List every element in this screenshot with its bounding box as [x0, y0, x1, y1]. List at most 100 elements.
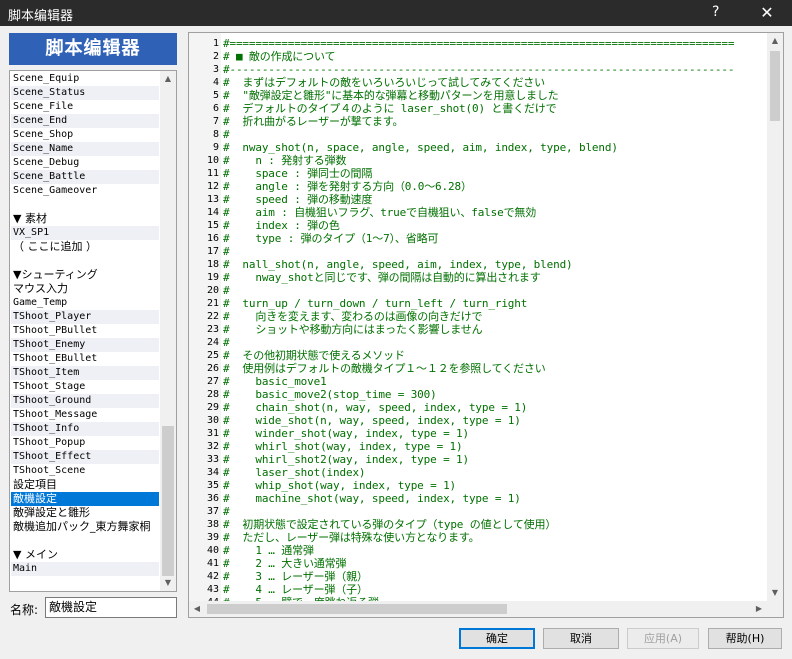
code-line[interactable]: 23 # ショットや移動方向にはまったく影響しません: [189, 323, 767, 336]
name-input[interactable]: 敵機設定: [45, 597, 177, 618]
code-line[interactable]: 8 #: [189, 128, 767, 141]
scrollbar-thumb[interactable]: [207, 604, 507, 614]
line-number: 37: [206, 506, 219, 517]
code-line[interactable]: 4 # まずはデフォルトの敵をいろいろいじって試してみてください: [189, 76, 767, 89]
code-line[interactable]: 22 # 向きを変えます、変わるのは画像の向きだけで: [189, 310, 767, 323]
list-item[interactable]: TShoot_Info: [11, 422, 159, 436]
list-item[interactable]: TShoot_Scene: [11, 464, 159, 478]
list-item[interactable]: TShoot_EBullet: [11, 352, 159, 366]
apply-button[interactable]: 应用(A): [627, 628, 699, 649]
code-line[interactable]: 38 # 初期状態で設定されている弾のタイプ（type の値として使用）: [189, 518, 767, 531]
code-line[interactable]: 37 #: [189, 505, 767, 518]
list-item[interactable]: Scene_Debug: [11, 156, 159, 170]
list-item[interactable]: VX_SP1: [11, 226, 159, 240]
code-line[interactable]: 11 # space : 弾同士の間隔: [189, 167, 767, 180]
code-line[interactable]: 16 # type : 弾のタイプ（1～7）、省略可: [189, 232, 767, 245]
code-line[interactable]: 42 # 3 … レーザー弾（親）: [189, 570, 767, 583]
help-icon[interactable]: ?: [712, 4, 719, 20]
code-line[interactable]: 7 # 折れ曲がるレーザーが撃てます。: [189, 115, 767, 128]
code-editor[interactable]: 1 #======================================…: [188, 32, 784, 618]
help-button[interactable]: 帮助(H): [708, 628, 782, 649]
list-item[interactable]: 設定項目: [11, 478, 159, 492]
list-item[interactable]: Scene_Status: [11, 86, 159, 100]
list-item[interactable]: TShoot_Message: [11, 408, 159, 422]
code-line[interactable]: 21 # turn_up / turn_down / turn_left / tu…: [189, 297, 767, 310]
code-line[interactable]: 2 # ■ 敵の作成について: [189, 50, 767, 63]
code-text: # 4 … レーザー弾（子）: [223, 583, 368, 596]
code-line[interactable]: 12 # angle : 弾を発射する方向（0.0～6.28）: [189, 180, 767, 193]
code-line[interactable]: 6 # デフォルトのタイプ４のように laser_shot(0) と書くだけで: [189, 102, 767, 115]
code-line[interactable]: 26 # 使用例はデフォルトの敵機タイプ１～１２を参照してください: [189, 362, 767, 375]
code-line[interactable]: 31 # winder_shot(way, index, type = 1): [189, 427, 767, 440]
editor-vertical-scrollbar[interactable]: ▲ ▼: [767, 33, 783, 601]
code-line[interactable]: 33 # whirl_shot2(way, index, type = 1): [189, 453, 767, 466]
list-item[interactable]: Scene_File: [11, 100, 159, 114]
list-item[interactable]: （ ここに追加 ）: [11, 240, 159, 254]
list-item[interactable]: マウス入力: [11, 282, 159, 296]
scrollbar-thumb[interactable]: [162, 426, 174, 576]
list-item[interactable]: TShoot_Effect: [11, 450, 159, 464]
code-line[interactable]: 15 # index : 弾の色: [189, 219, 767, 232]
list-item-selected[interactable]: 敵機設定: [11, 492, 159, 506]
code-line[interactable]: 34 # laser_shot(index): [189, 466, 767, 479]
list-item[interactable]: ▼シューティング: [11, 268, 159, 282]
list-item[interactable]: TShoot_Item: [11, 366, 159, 380]
code-line[interactable]: 20 #: [189, 284, 767, 297]
close-icon[interactable]: ✕: [752, 2, 782, 24]
scroll-up-icon[interactable]: ▲: [767, 33, 783, 49]
code-line[interactable]: 43 # 4 … レーザー弾（子）: [189, 583, 767, 596]
script-list-scrollbar[interactable]: ▲ ▼: [160, 71, 176, 591]
code-line[interactable]: 39 # ただし、レーザー弾は特殊な使い方となります。: [189, 531, 767, 544]
scrollbar-thumb[interactable]: [770, 51, 780, 121]
list-item[interactable]: TShoot_Ground: [11, 394, 159, 408]
line-number: 15: [206, 220, 219, 231]
list-item[interactable]: 敵弾設定と雛形: [11, 506, 159, 520]
code-line[interactable]: 1 #======================================…: [189, 37, 767, 50]
list-item[interactable]: 敵機追加パック_東方舞家桐: [11, 520, 159, 534]
script-list[interactable]: Scene_Equip Scene_Status Scene_File Scene_E…: [9, 70, 177, 592]
code-line[interactable]: 36 # machine_shot(way, speed, index, type…: [189, 492, 767, 505]
code-line[interactable]: 5 # "敵弾設定と雛形"に基本的な弾幕と移動パターンを用意しました: [189, 89, 767, 102]
list-item[interactable]: Main: [11, 562, 159, 576]
code-line[interactable]: 17 #: [189, 245, 767, 258]
code-line[interactable]: 32 # whirl_shot(way, index, type = 1): [189, 440, 767, 453]
ok-button[interactable]: 确定: [459, 628, 535, 649]
code-line[interactable]: 30 # wide_shot(n, way, speed, index, type…: [189, 414, 767, 427]
code-line[interactable]: 29 # chain_shot(n, way, speed, index, typ…: [189, 401, 767, 414]
list-item[interactable]: Scene_End: [11, 114, 159, 128]
cancel-button[interactable]: 取消: [543, 628, 619, 649]
list-item[interactable]: Scene_Equip: [11, 72, 159, 86]
list-item[interactable]: Scene_Name: [11, 142, 159, 156]
code-line[interactable]: 28 # basic_move2(stop_time = 300): [189, 388, 767, 401]
list-item[interactable]: TShoot_Stage: [11, 380, 159, 394]
code-line[interactable]: 9 # nway_shot(n, space, angle, speed, aim…: [189, 141, 767, 154]
code-line[interactable]: 25 # その他初期状態で使えるメソッド: [189, 349, 767, 362]
code-line[interactable]: 13 # speed : 弾の移動速度: [189, 193, 767, 206]
list-item[interactable]: TShoot_Popup: [11, 436, 159, 450]
list-item[interactable]: TShoot_Enemy: [11, 338, 159, 352]
code-line[interactable]: 24 #: [189, 336, 767, 349]
code-line[interactable]: 18 # nall_shot(n, angle, speed, aim, inde…: [189, 258, 767, 271]
list-item[interactable]: Scene_Battle: [11, 170, 159, 184]
code-line[interactable]: 40 # 1 … 通常弾: [189, 544, 767, 557]
code-line[interactable]: 19 # nway_shotと同じです、弾の間隔は自動的に算出されます: [189, 271, 767, 284]
scroll-left-icon[interactable]: ◀: [189, 601, 205, 617]
code-line[interactable]: 3 #--------------------------------------…: [189, 63, 767, 76]
code-line[interactable]: 27 # basic_move1: [189, 375, 767, 388]
code-line[interactable]: 41 # 2 … 大きい通常弾: [189, 557, 767, 570]
list-item[interactable]: Game_Temp: [11, 296, 159, 310]
scroll-right-icon[interactable]: ▶: [751, 601, 767, 617]
code-line[interactable]: 14 # aim : 自機狙いフラグ、trueで自機狙い、falseで無効: [189, 206, 767, 219]
list-item[interactable]: TShoot_Player: [11, 310, 159, 324]
code-line[interactable]: 35 # whip_shot(way, index, type = 1): [189, 479, 767, 492]
scroll-down-icon[interactable]: ▼: [160, 575, 176, 591]
list-item[interactable]: Scene_Shop: [11, 128, 159, 142]
code-line[interactable]: 10 # n : 発射する弾数: [189, 154, 767, 167]
scroll-down-icon[interactable]: ▼: [767, 585, 783, 601]
list-item[interactable]: ▼ メイン: [11, 548, 159, 562]
list-item[interactable]: TShoot_PBullet: [11, 324, 159, 338]
editor-horizontal-scrollbar[interactable]: ◀ ▶: [189, 601, 767, 617]
scroll-up-icon[interactable]: ▲: [160, 71, 176, 87]
list-item[interactable]: ▼ 素材: [11, 212, 159, 226]
list-item[interactable]: Scene_Gameover: [11, 184, 159, 198]
